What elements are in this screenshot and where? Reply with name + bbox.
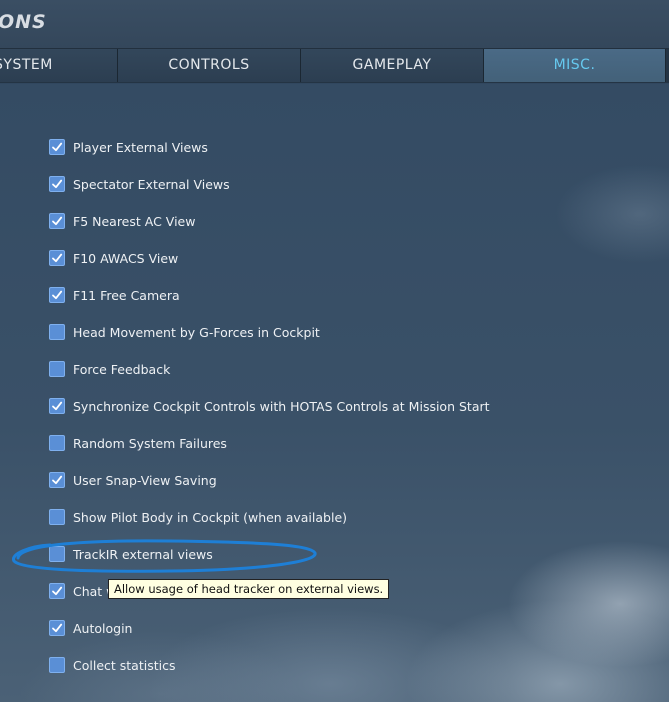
option-random-system-failures[interactable]: Random System Failures (49, 433, 227, 453)
tab-misc-label: MISC. (553, 57, 596, 73)
option-autologin[interactable]: Autologin (49, 618, 132, 638)
option-label: Spectator External Views (73, 176, 230, 192)
option-f10-awacs-view[interactable]: F10 AWACS View (49, 248, 178, 268)
checkbox-checked[interactable] (49, 583, 65, 599)
option-f11-free-camera[interactable]: F11 Free Camera (49, 285, 180, 305)
check-icon (52, 179, 63, 189)
tab-gameplay[interactable]: GAMEPLAY (301, 49, 484, 82)
option-f5-nearest-ac-view[interactable]: F5 Nearest AC View (49, 211, 195, 231)
option-label: Show Pilot Body in Cockpit (when availab… (73, 509, 348, 525)
option-label: F5 Nearest AC View (73, 213, 196, 229)
tab-controls-label: CONTROLS (168, 57, 250, 73)
highlight-ellipse-annotation (12, 539, 317, 573)
checkbox-checked[interactable] (49, 139, 65, 155)
option-label: Collect statistics (73, 657, 176, 673)
tab-misc[interactable]: MISC. (484, 49, 666, 82)
check-icon (52, 623, 63, 633)
option-label: Player External Views (73, 139, 208, 155)
option-user-snap-view-saving[interactable]: User Snap-View Saving (49, 470, 217, 490)
checkbox-unchecked[interactable] (49, 657, 65, 673)
options-window: ONS SYSTEM CONTROLS GAMEPLAY MISC. Playe… (0, 0, 669, 702)
option-collect-statistics[interactable]: Collect statistics (49, 655, 175, 675)
tab-gameplay-label: GAMEPLAY (352, 57, 432, 73)
tab-controls[interactable]: CONTROLS (118, 49, 301, 82)
option-spectator-external-views[interactable]: Spectator External Views (49, 174, 230, 194)
title-bar: ONS (0, 0, 669, 49)
checkbox-checked[interactable] (49, 176, 65, 192)
option-label: Autologin (73, 620, 133, 636)
checkbox-checked[interactable] (49, 472, 65, 488)
checkbox-checked[interactable] (49, 398, 65, 414)
checkbox-unchecked[interactable] (49, 509, 65, 525)
check-icon (52, 475, 63, 485)
option-synchronize-cockpit-controls[interactable]: Synchronize Cockpit Controls with HOTAS … (49, 396, 490, 416)
option-show-pilot-body[interactable]: Show Pilot Body in Cockpit (when availab… (49, 507, 347, 527)
option-player-external-views[interactable]: Player External Views (49, 137, 208, 157)
option-label: User Snap-View Saving (73, 472, 217, 488)
checkbox-checked[interactable] (49, 213, 65, 229)
option-label: F11 Free Camera (73, 287, 180, 303)
check-icon (52, 253, 63, 263)
check-icon (52, 216, 63, 226)
option-label: Head Movement by G-Forces in Cockpit (73, 324, 320, 340)
option-force-feedback[interactable]: Force Feedback (49, 359, 170, 379)
checkbox-checked[interactable] (49, 620, 65, 636)
checkbox-unchecked[interactable] (49, 435, 65, 451)
checkbox-unchecked[interactable] (49, 324, 65, 340)
option-label: F10 AWACS View (73, 250, 179, 266)
window-title: ONS (0, 11, 47, 33)
check-icon (52, 142, 63, 152)
checkbox-checked[interactable] (49, 250, 65, 266)
option-label: Synchronize Cockpit Controls with HOTAS … (73, 398, 490, 414)
check-icon (52, 290, 63, 300)
tab-bar: SYSTEM CONTROLS GAMEPLAY MISC. (0, 49, 669, 83)
check-icon (52, 586, 63, 596)
option-label: Random System Failures (73, 435, 227, 451)
checkbox-checked[interactable] (49, 287, 65, 303)
check-icon (52, 401, 63, 411)
tab-system-label: SYSTEM (0, 57, 53, 73)
tooltip: Allow usage of head tracker on external … (108, 579, 390, 599)
highlight-ellipse-stroke (12, 539, 317, 573)
checkbox-unchecked[interactable] (49, 361, 65, 377)
tab-system[interactable]: SYSTEM (0, 49, 118, 82)
option-label: Force Feedback (73, 361, 171, 377)
option-head-movement-g-forces[interactable]: Head Movement by G-Forces in Cockpit (49, 322, 320, 342)
